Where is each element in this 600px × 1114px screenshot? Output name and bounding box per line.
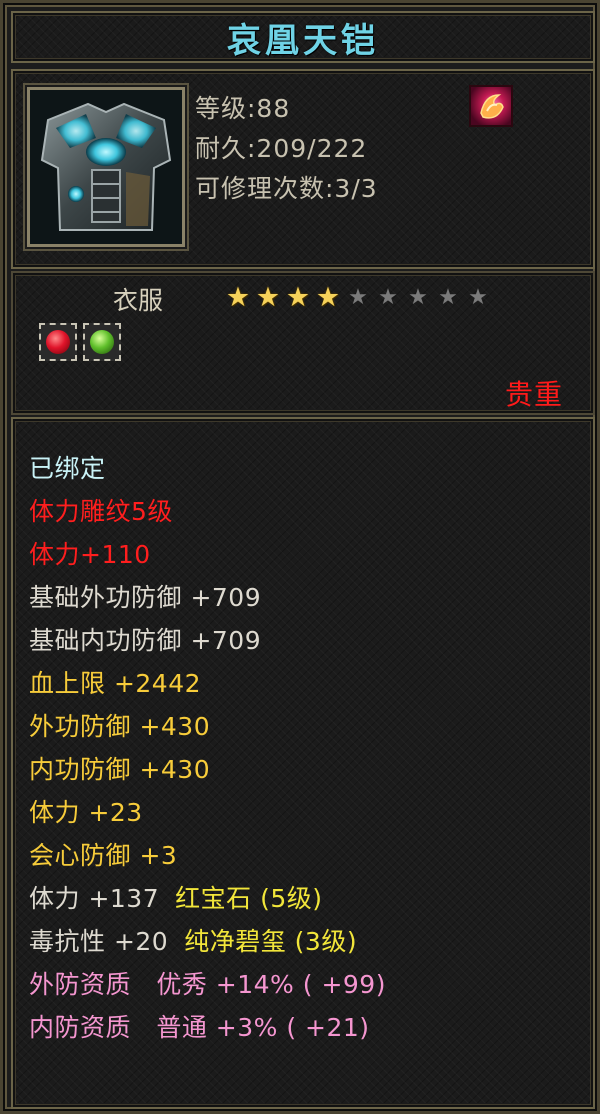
gem-name-text: 红宝石 (5级) — [175, 884, 323, 913]
attribute-line: 血上限 +2442 — [29, 662, 386, 705]
attribute-line: 基础外功防御 +709 — [29, 576, 386, 619]
attribute-list: 已绑定体力雕纹5级 体力+110 基础外功防御 +709 基础内功防御 +709 血上限… — [29, 447, 386, 1049]
attribute-line: 内功防御 +430 — [29, 748, 386, 791]
attribute-text: 外功防御 +430 — [29, 712, 211, 741]
title-bar: 哀凰天铠 — [11, 11, 595, 63]
attribute-text: 已绑定 — [29, 454, 106, 483]
attribute-text: 会心防御 +3 — [29, 841, 178, 870]
attribute-line: 外功防御 +430 — [29, 705, 386, 748]
attribute-text: 外防资质 优秀 +14% ( +99) — [29, 970, 386, 999]
attribute-text: 毒抗性 +20 — [29, 927, 169, 956]
item-tooltip: 哀凰天铠 等级:88 耐久:209/222 可修理次数:3/3 衣服 ★ ★ ★… — [0, 0, 600, 1114]
durability-text: 耐久:209/222 — [195, 134, 368, 163]
category-label: 衣服 — [113, 286, 164, 315]
attribute-text: 体力+110 — [29, 540, 151, 569]
gem-slots — [39, 323, 121, 361]
gem-name-text: 纯净碧玺 (3级) — [184, 927, 358, 956]
star-empty-icon: ★ — [408, 285, 428, 310]
attribute-line: 内防资质 普通 +3% ( +21) — [29, 1006, 386, 1049]
star-empty-icon: ★ — [468, 285, 488, 310]
attribute-line: 体力+110 — [29, 533, 386, 576]
attribute-text: 体力雕纹5级 — [29, 497, 173, 526]
attribute-line: 基础内功防御 +709 — [29, 619, 386, 662]
star-filled-icon: ★ — [255, 282, 281, 313]
armor-portrait — [27, 87, 185, 247]
attribute-line: 毒抗性 +20 纯净碧玺 (3级) — [29, 920, 386, 963]
rarity-label: 贵重 — [504, 378, 563, 411]
star-filled-icon: ★ — [285, 282, 311, 313]
item-info-panel: 等级:88 耐久:209/222 可修理次数:3/3 — [11, 69, 595, 269]
attribute-text: 体力 +137 — [29, 884, 160, 913]
attribute-line: 已绑定 — [29, 447, 386, 490]
armor-icon — [30, 90, 182, 244]
attributes-panel: 已绑定体力雕纹5级 体力+110 基础外功防御 +709 基础内功防御 +709 血上限… — [11, 417, 595, 1109]
attribute-text: 内功防御 +430 — [29, 755, 211, 784]
attribute-line: 体力雕纹5级 — [29, 490, 386, 533]
attribute-text: 血上限 +2442 — [29, 669, 202, 698]
attribute-line: 体力 +23 — [29, 791, 386, 834]
star-empty-icon: ★ — [438, 285, 458, 310]
star-rating: ★ ★ ★ ★ ★ ★ ★ ★ ★ — [223, 282, 493, 313]
star-filled-icon: ★ — [315, 282, 341, 313]
level-text: 等级:88 — [195, 94, 291, 123]
attribute-text: 内防资质 普通 +3% ( +21) — [29, 1013, 370, 1042]
star-empty-icon: ★ — [378, 285, 398, 310]
repair-count-text: 可修理次数:3/3 — [195, 174, 378, 203]
star-filled-icon: ★ — [225, 282, 251, 313]
red-gem-icon[interactable] — [39, 323, 77, 361]
item-name: 哀凰天铠 — [227, 22, 379, 60]
attribute-text: 基础内功防御 +709 — [29, 626, 262, 655]
quality-panel: 衣服 ★ ★ ★ ★ ★ ★ ★ ★ ★ 贵重 — [11, 271, 595, 415]
attribute-text: 基础外功防御 +709 — [29, 583, 262, 612]
star-empty-icon: ★ — [348, 285, 368, 310]
attribute-text: 体力 +23 — [29, 798, 143, 827]
attribute-line: 会心防御 +3 — [29, 834, 386, 877]
green-gem-icon[interactable] — [83, 323, 121, 361]
attribute-line: 体力 +137 红宝石 (5级) — [29, 877, 386, 920]
rune-badge-icon — [469, 85, 513, 127]
attribute-line: 外防资质 优秀 +14% ( +99) — [29, 963, 386, 1006]
